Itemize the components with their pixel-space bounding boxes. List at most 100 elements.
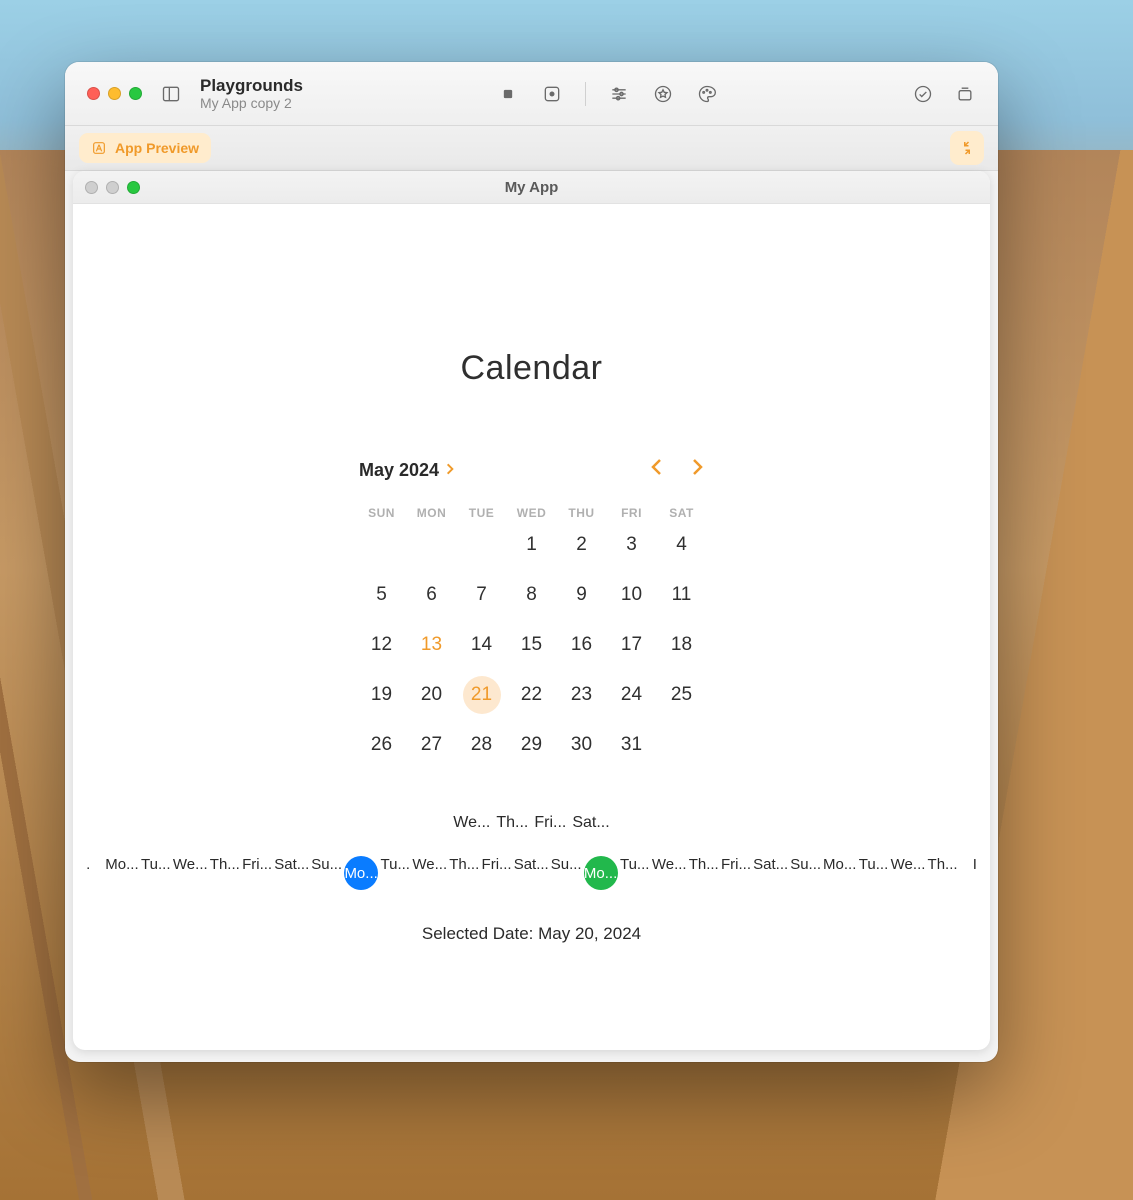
- strip-main-item[interactable]: Th...: [210, 856, 240, 890]
- calendar-day[interactable]: 14: [457, 620, 507, 670]
- strip-main-item[interactable]: Su...: [311, 856, 342, 890]
- calendar-cell-empty: [357, 520, 407, 570]
- collapse-preview-button[interactable]: [950, 131, 984, 165]
- strip-main-item[interactable]: Mo...: [584, 856, 618, 890]
- playgrounds-window: Playgrounds My App copy 2 App Preview: [65, 62, 998, 1062]
- calendar-day[interactable]: 17: [607, 620, 657, 670]
- calendar-day[interactable]: 6: [407, 570, 457, 620]
- strip-main-item[interactable]: Tu...: [380, 856, 410, 890]
- calendar-day[interactable]: 5: [357, 570, 407, 620]
- weekday-label: SUN: [357, 506, 407, 520]
- calendar-day[interactable]: 18: [657, 620, 707, 670]
- calendar-day[interactable]: 29: [507, 720, 557, 770]
- month-picker[interactable]: May 2024: [359, 460, 455, 481]
- calendar-day[interactable]: 28: [457, 720, 507, 770]
- strip-main-item[interactable]: Fri...: [242, 856, 272, 890]
- calendar-day[interactable]: 9: [557, 570, 607, 620]
- stop-icon[interactable]: [497, 84, 519, 104]
- strip-main-item[interactable]: We...: [891, 856, 926, 890]
- calendar-day[interactable]: 25: [657, 670, 707, 720]
- strip-main-item[interactable]: I: [960, 856, 990, 890]
- calendar-day[interactable]: 31: [607, 720, 657, 770]
- strip-main-item[interactable]: Mo...: [823, 856, 856, 890]
- calendar-day[interactable]: 22: [507, 670, 557, 720]
- calendar-day[interactable]: 13: [407, 620, 457, 670]
- strip-main-item[interactable]: Mo...: [105, 856, 138, 890]
- strip-top-item: We...: [453, 814, 490, 832]
- calendar-day[interactable]: 21: [457, 670, 507, 720]
- strip-main-item[interactable]: Tu...: [858, 856, 888, 890]
- inner-window-title: My App: [73, 179, 990, 196]
- strip-main-item[interactable]: Sat...: [753, 856, 788, 890]
- app-body: Calendar May 2024 SUNMONTUEWEDTHUFRISAT …: [73, 204, 990, 1050]
- calendar-day[interactable]: 27: [407, 720, 457, 770]
- zoom-button[interactable]: [129, 87, 142, 100]
- strip-main-item[interactable]: Fri...: [721, 856, 751, 890]
- strip-main-item[interactable]: We...: [173, 856, 208, 890]
- calendar-cell-empty: [407, 520, 457, 570]
- calendar-day[interactable]: 10: [607, 570, 657, 620]
- selected-date-label: Selected Date: May 20, 2024: [422, 924, 641, 944]
- calendar-day[interactable]: 7: [457, 570, 507, 620]
- stack-icon[interactable]: [954, 84, 976, 104]
- weekday-label: TUE: [457, 506, 507, 520]
- check-circle-icon[interactable]: [912, 84, 934, 104]
- calendar-heading: Calendar: [461, 349, 603, 388]
- calendar-day[interactable]: 3: [607, 520, 657, 570]
- month-label: May 2024: [359, 460, 439, 481]
- calendar-day[interactable]: 8: [507, 570, 557, 620]
- strip-main-item[interactable]: Fri...: [481, 856, 511, 890]
- subtoolbar: App Preview: [65, 126, 998, 171]
- strip-main-item[interactable]: Su...: [790, 856, 821, 890]
- calendar-cell-empty: [457, 520, 507, 570]
- strip-main-item[interactable]: Th...: [927, 856, 957, 890]
- strip-main-item[interactable]: Mo...: [344, 856, 378, 890]
- close-button[interactable]: [87, 87, 100, 100]
- calendar-day[interactable]: 12: [357, 620, 407, 670]
- calendar-day[interactable]: 24: [607, 670, 657, 720]
- doc-title: My App copy 2: [200, 95, 303, 111]
- record-icon[interactable]: [541, 84, 563, 104]
- strip-main-item[interactable]: Sat...: [514, 856, 549, 890]
- calendar-day[interactable]: 16: [557, 620, 607, 670]
- strip-main-item[interactable]: Tu...: [141, 856, 171, 890]
- calendar-day[interactable]: 2: [557, 520, 607, 570]
- strip-main-item[interactable]: .: [73, 856, 103, 890]
- strip-main-item[interactable]: Sat...: [274, 856, 309, 890]
- strip-top-item: Th...: [496, 814, 528, 832]
- calendar-day[interactable]: 26: [357, 720, 407, 770]
- strip-main-item[interactable]: Tu...: [620, 856, 650, 890]
- palette-icon[interactable]: [696, 84, 718, 104]
- minimize-button[interactable]: [108, 87, 121, 100]
- toolbar-right: [912, 84, 976, 104]
- app-preview-badge[interactable]: App Preview: [79, 133, 211, 163]
- strip-top-item: Fri...: [534, 814, 566, 832]
- app-preview-label: App Preview: [115, 140, 199, 156]
- calendar-day[interactable]: 23: [557, 670, 607, 720]
- calendar-day[interactable]: 20: [407, 670, 457, 720]
- calendar-day[interactable]: 30: [557, 720, 607, 770]
- calendar-day[interactable]: 15: [507, 620, 557, 670]
- strip-main-item[interactable]: Su...: [551, 856, 582, 890]
- month-chevron-icon: [445, 460, 455, 481]
- strip-main-item[interactable]: We...: [652, 856, 687, 890]
- calendar-day[interactable]: 1: [507, 520, 557, 570]
- weekday-label: FRI: [607, 506, 657, 520]
- traffic-lights-outer: [87, 87, 142, 100]
- calendar-grid: 1234567891011121314151617181920212223242…: [357, 520, 707, 770]
- calendar-day[interactable]: 11: [657, 570, 707, 620]
- sidebar-toggle-icon[interactable]: [160, 84, 182, 104]
- star-circle-icon[interactable]: [652, 84, 674, 104]
- next-month-button[interactable]: [690, 458, 704, 482]
- sliders-icon[interactable]: [608, 84, 630, 104]
- titlebar: Playgrounds My App copy 2: [65, 62, 998, 126]
- strip-main-item[interactable]: We...: [412, 856, 447, 890]
- strip-main-item[interactable]: Th...: [449, 856, 479, 890]
- weekday-strip-main[interactable]: .Mo...Tu...We...Th...Fri...Sat...Su...Mo…: [73, 856, 990, 890]
- prev-month-button[interactable]: [650, 458, 664, 482]
- calendar-day[interactable]: 19: [357, 670, 407, 720]
- calendar-day[interactable]: 4: [657, 520, 707, 570]
- strip-top-item: Sat...: [572, 814, 609, 832]
- window-title-group: Playgrounds My App copy 2: [200, 76, 303, 112]
- strip-main-item[interactable]: Th...: [689, 856, 719, 890]
